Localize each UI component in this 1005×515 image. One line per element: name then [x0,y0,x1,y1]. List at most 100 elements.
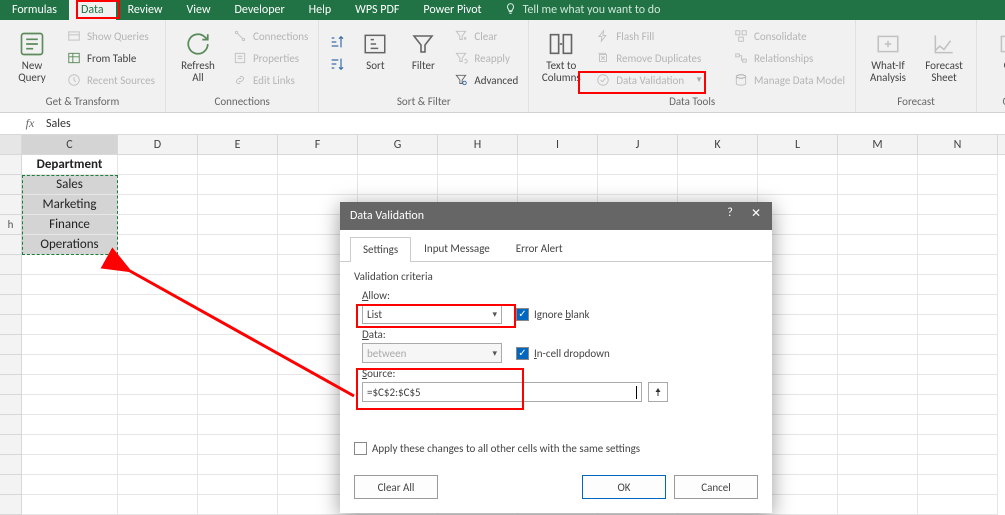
tab-formulas[interactable]: Formulas [0,0,69,20]
cell[interactable] [198,255,278,275]
cell[interactable] [198,195,278,215]
cell[interactable] [358,175,438,195]
cell[interactable] [118,415,198,435]
in-cell-dropdown-checkbox[interactable]: ✓In-cell dropdown [516,347,610,360]
cell[interactable] [22,275,118,295]
cell[interactable] [918,355,998,375]
clear-all-button[interactable]: Clear All [354,475,438,499]
cell[interactable] [118,195,198,215]
col-header-c[interactable]: C [22,135,118,154]
row-header[interactable] [0,235,22,255]
cell[interactable] [118,435,198,455]
cell[interactable] [918,335,998,355]
connections-button[interactable]: Connections [230,26,310,46]
cell[interactable] [758,175,838,195]
cell[interactable] [22,475,118,495]
cell[interactable] [118,355,198,375]
tab-wps-pdf[interactable]: WPS PDF [343,0,411,20]
close-icon[interactable]: ✕ [746,206,766,221]
cell-c4[interactable]: Finance [22,215,118,235]
cell[interactable] [198,395,278,415]
cell[interactable] [278,155,358,175]
row-header[interactable] [0,435,22,455]
cell[interactable] [118,455,198,475]
cell-c3[interactable]: Marketing [22,195,118,215]
cell[interactable] [918,375,998,395]
col-header-j[interactable]: J [598,135,678,154]
cell[interactable] [438,175,518,195]
cell[interactable] [198,315,278,335]
cell[interactable] [198,335,278,355]
cell[interactable] [918,475,998,495]
allow-combobox[interactable]: List▾ [362,304,502,324]
cell[interactable] [838,375,918,395]
cell[interactable] [118,215,198,235]
manage-data-model-button[interactable]: Manage Data Model [731,70,847,90]
cell[interactable] [678,175,758,195]
cell[interactable] [118,175,198,195]
filter-button[interactable]: Filter [403,24,443,72]
row-header[interactable] [0,315,22,335]
cell-c2[interactable]: Sales [22,175,118,195]
cell[interactable] [598,155,678,175]
cancel-button[interactable]: Cancel [674,475,758,499]
cell[interactable] [198,155,278,175]
data-validation-button[interactable]: Data Validation▼ [593,70,723,90]
text-to-columns-button[interactable]: Text to Columns [537,24,585,84]
dialog-tab-settings[interactable]: Settings [350,237,411,262]
cell[interactable] [838,395,918,415]
refresh-all-button[interactable]: Refresh All [174,24,222,84]
col-header-i[interactable]: I [518,135,598,154]
cell[interactable] [918,215,998,235]
row-header[interactable] [0,195,22,215]
clear-filter-button[interactable]: Clear [451,26,520,46]
cell[interactable] [22,455,118,475]
cell[interactable] [198,495,278,515]
col-header-d[interactable]: D [118,135,198,154]
col-header-f[interactable]: F [278,135,358,154]
select-all-corner[interactable] [0,135,22,154]
cell[interactable] [838,475,918,495]
row-header[interactable] [0,255,22,275]
col-header-h[interactable]: H [438,135,518,154]
row-header[interactable] [0,495,22,515]
row-header[interactable] [0,355,22,375]
cell[interactable] [838,355,918,375]
cell[interactable] [22,375,118,395]
properties-button[interactable]: Properties [230,48,310,68]
row-header[interactable] [0,375,22,395]
show-queries-button[interactable]: Show Queries [64,26,157,46]
sort-button[interactable]: Sort [355,24,395,72]
tell-me-box[interactable]: Tell me what you want to do [494,0,671,20]
cell[interactable] [22,435,118,455]
cell[interactable] [118,275,198,295]
cell[interactable] [22,315,118,335]
row-header[interactable] [0,415,22,435]
row-header[interactable] [0,175,22,195]
cell[interactable] [118,255,198,275]
group-rows-button[interactable]: Gr [985,24,1005,72]
col-header-n[interactable]: N [918,135,998,154]
range-picker-button[interactable] [648,382,668,402]
cell[interactable] [918,295,998,315]
cell[interactable] [22,395,118,415]
cell[interactable] [518,155,598,175]
cell[interactable] [838,195,918,215]
col-header-e[interactable]: E [198,135,278,154]
cell[interactable] [838,455,918,475]
cell[interactable] [118,495,198,515]
formula-value[interactable]: Sales [40,117,77,131]
cell[interactable] [198,175,278,195]
cell[interactable] [518,175,598,195]
cell[interactable] [838,495,918,515]
row-header[interactable] [0,475,22,495]
cell[interactable] [198,215,278,235]
forecast-sheet-button[interactable]: Forecast Sheet [920,24,968,84]
cell[interactable] [198,295,278,315]
cell[interactable] [198,375,278,395]
row-header[interactable] [0,335,22,355]
col-header-m[interactable]: M [838,135,918,154]
cell[interactable] [198,475,278,495]
cell[interactable] [22,415,118,435]
col-header-k[interactable]: K [678,135,758,154]
